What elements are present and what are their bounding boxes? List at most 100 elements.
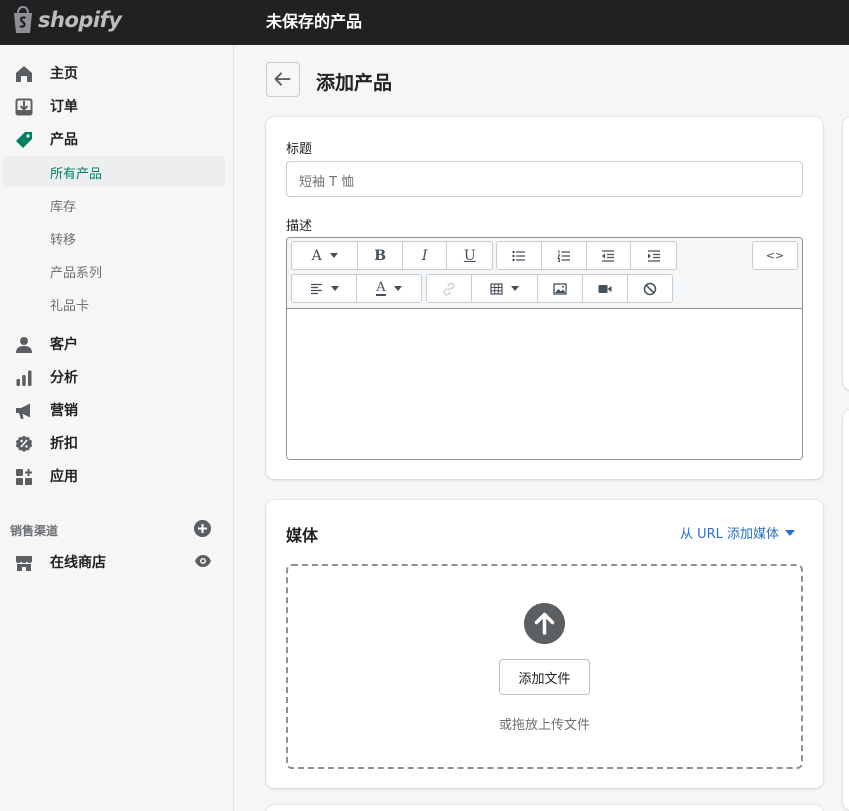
drop-hint-text: 或拖放上传文件 [498,718,590,733]
table-icon [490,282,503,295]
title-label: 标题 [286,142,313,157]
orders-icon [15,98,33,116]
sidebar-subitem-gift-cards[interactable]: 礼品卡 [2,288,225,319]
indent-icon [647,249,660,262]
underline-button[interactable]: U [447,242,492,269]
home-icon [16,66,32,82]
sidebar-item-discounts[interactable]: 折扣 [0,428,234,458]
link-icon [443,282,455,295]
text-color-icon: A [376,280,386,296]
tag-icon [16,132,32,148]
clear-formatting-button[interactable] [628,275,672,302]
customer-icon [16,337,32,353]
back-button[interactable] [266,62,300,97]
add-media-from-url-link[interactable]: 从 URL 添加媒体 [680,523,796,542]
store-icon [16,556,32,571]
clear-formatting-icon [643,282,657,295]
description-editor: A B I U <> A [286,237,803,460]
link-button[interactable] [427,275,472,302]
analytics-icon [16,370,32,386]
bold-button[interactable]: B [358,242,403,269]
side-card-organization [843,410,849,810]
page-title: 添加产品 [316,72,393,94]
top-bar: shopify 未保存的产品 [0,0,849,45]
format-group: A B I U [291,241,493,270]
add-media-from-url-label: 从 URL 添加媒体 [680,527,780,542]
numbered-list-icon [556,250,570,262]
sidebar-item-label: 客户 [50,337,78,353]
caret-down-icon [785,529,796,536]
next-card [266,805,823,811]
sidebar-item-customers[interactable]: 客户 [0,329,234,359]
font-icon: A [311,247,322,264]
editor-toolbar: A B I U <> A [287,238,802,309]
media-dropzone[interactable]: 添加文件 或拖放上传文件 [286,564,803,769]
bullet-list-icon [512,250,525,261]
arrow-left-icon [274,72,291,86]
align-color-group: A [291,274,422,303]
unsaved-product-title: 未保存的产品 [266,12,363,31]
megaphone-icon [16,403,30,419]
outdent-button[interactable] [587,242,632,269]
sidebar-subitem-label: 库存 [50,200,77,215]
html-group: <> [752,241,798,270]
align-dropdown[interactable] [292,275,357,302]
product-details-card: 标题 短袖 T 恤 描述 A B I U <> A [266,117,823,479]
sidebar-item-orders[interactable]: 订单 [0,91,234,121]
sidebar-item-analytics[interactable]: 分析 [0,362,234,392]
sidebar-item-apps[interactable]: 应用 [0,461,234,491]
font-format-dropdown[interactable]: A [292,242,359,269]
indent-button[interactable] [631,242,676,269]
upload-arrow-icon [524,603,565,644]
bullet-list-button[interactable] [497,242,542,269]
add-file-button[interactable]: 添加文件 [499,659,590,695]
numbered-list-button[interactable] [542,242,587,269]
sidebar-subitem-label: 产品系列 [50,266,103,281]
shopify-bag-icon [14,6,32,33]
sidebar-subitem-label: 所有产品 [50,167,103,182]
insert-image-button[interactable] [538,275,583,302]
add-sales-channel-icon[interactable] [194,520,211,537]
sidebar-item-label: 在线商店 [50,555,106,571]
discount-icon [15,435,33,452]
list-group [496,241,677,270]
sidebar-subitem-inventory[interactable]: 库存 [2,189,225,220]
sidebar: 主页 订单 产品 所有产品 库存 转移 产品系列 礼品卡 客户 分析 营销 折扣… [0,45,234,811]
title-input[interactable]: 短袖 T 恤 [286,161,803,197]
italic-button[interactable]: I [403,242,448,269]
insert-video-button[interactable] [583,275,628,302]
insert-group [426,274,673,303]
eye-icon[interactable] [194,553,212,569]
sidebar-subitem-label: 礼品卡 [50,299,90,314]
sidebar-item-label: 订单 [50,99,78,115]
sidebar-subitem-transfers[interactable]: 转移 [2,222,225,253]
outdent-icon [602,249,615,262]
description-label: 描述 [286,219,313,234]
text-color-dropdown[interactable]: A [357,275,421,302]
media-card: 媒体 从 URL 添加媒体 添加文件 或拖放上传文件 [266,500,823,788]
sidebar-item-label: 分析 [50,370,78,386]
sidebar-subitem-all-products[interactable]: 所有产品 [2,156,225,187]
image-icon [553,282,567,295]
sidebar-subitem-collections[interactable]: 产品系列 [2,255,225,286]
sales-channels-title: 销售渠道 [10,524,59,538]
sidebar-item-home[interactable]: 主页 [0,58,234,88]
sidebar-item-label: 营销 [50,403,78,419]
sidebar-item-label: 产品 [50,132,78,148]
logo-text: shopify [38,8,122,32]
sidebar-item-label: 应用 [50,469,78,485]
sidebar-item-products[interactable]: 产品 [0,124,234,154]
table-dropdown[interactable] [472,275,538,302]
sidebar-subitem-label: 转移 [50,233,77,248]
sidebar-item-label: 主页 [50,66,78,82]
align-left-icon [310,283,322,294]
media-heading: 媒体 [286,526,319,545]
sidebar-item-label: 折扣 [50,436,78,452]
description-text-area[interactable] [287,310,802,459]
show-html-button[interactable]: <> [753,242,797,269]
shopify-logo[interactable]: shopify [10,4,122,36]
video-icon [598,284,612,293]
sidebar-item-marketing[interactable]: 营销 [0,395,234,425]
apps-icon [16,469,32,485]
side-card-status [843,117,849,390]
